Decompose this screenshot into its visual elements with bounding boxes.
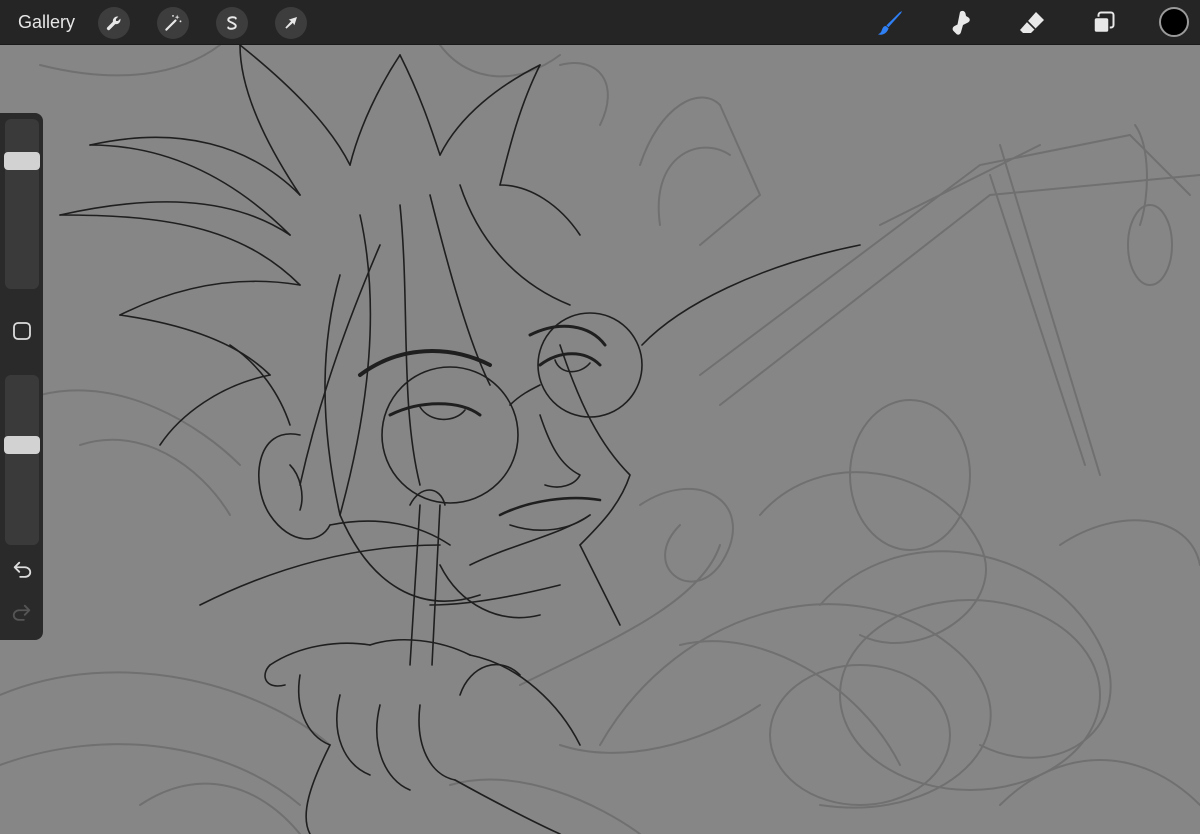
eraser-icon (1020, 12, 1044, 33)
redo-button[interactable] (6, 600, 38, 626)
left-sidebar (0, 113, 43, 640)
undo-button[interactable] (6, 557, 38, 583)
magic-wand-icon (165, 14, 182, 31)
selection-button[interactable] (216, 7, 248, 39)
adjustments-button[interactable] (157, 7, 189, 39)
square-icon (13, 322, 31, 340)
layers-button[interactable] (1087, 6, 1121, 40)
wrench-icon (106, 16, 121, 31)
opacity-slider[interactable] (5, 375, 39, 545)
smudge-tool-button[interactable] (944, 6, 978, 40)
modify-button[interactable] (6, 318, 38, 344)
layers-icon (1093, 11, 1115, 34)
undo-icon (13, 561, 32, 578)
transform-button[interactable] (275, 7, 307, 39)
selection-s-icon (227, 16, 237, 30)
eraser-tool-button[interactable] (1015, 6, 1049, 40)
top-toolbar: Gallery (0, 0, 1200, 45)
brush-tool-button[interactable] (873, 6, 907, 40)
drawing-canvas[interactable] (0, 45, 1200, 834)
sketch-artwork (0, 45, 1200, 834)
opacity-thumb[interactable] (4, 436, 40, 454)
smudge-icon (952, 10, 970, 35)
redo-icon (12, 604, 31, 621)
color-picker-swatch[interactable] (1159, 7, 1189, 37)
brush-icon (878, 11, 902, 35)
gallery-button[interactable]: Gallery (18, 11, 75, 33)
actions-button[interactable] (98, 7, 130, 39)
brush-size-slider[interactable] (5, 119, 39, 289)
arrow-move-icon (285, 17, 297, 29)
brush-size-thumb[interactable] (4, 152, 40, 170)
